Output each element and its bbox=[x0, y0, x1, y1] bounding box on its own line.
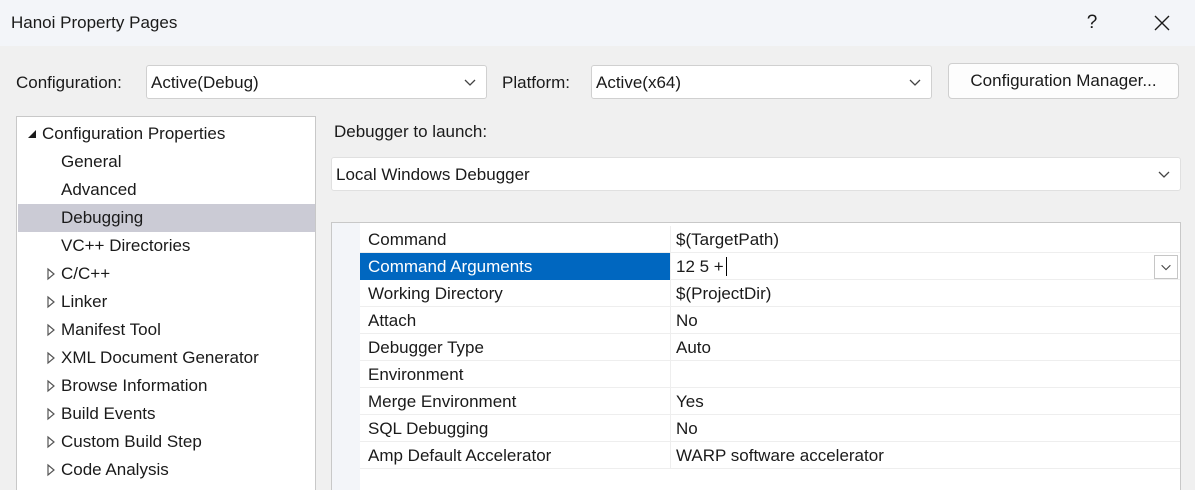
property-name: Amp Default Accelerator bbox=[368, 445, 552, 465]
collapsed-triangle-icon[interactable] bbox=[43, 462, 59, 478]
property-value[interactable]: Yes bbox=[670, 388, 1180, 415]
command-arguments-text: 12 5 + bbox=[676, 256, 724, 276]
window-title: Hanoi Property Pages bbox=[11, 13, 178, 32]
tree-item-configuration-properties[interactable]: Configuration Properties bbox=[18, 120, 315, 148]
tree-item-build-events[interactable]: Build Events bbox=[18, 400, 315, 428]
tree-item-vc-directories[interactable]: VC++ Directories bbox=[18, 232, 315, 260]
tree-item-code-analysis[interactable]: Code Analysis bbox=[18, 456, 315, 484]
platform-dropdown[interactable]: Active(x64) bbox=[591, 65, 932, 99]
tree-item-label: XML Document Generator bbox=[61, 348, 259, 367]
tree-item-label: Manifest Tool bbox=[61, 320, 161, 339]
title-bar: Hanoi Property Pages ? bbox=[0, 0, 1195, 46]
tree-item-label: VC++ Directories bbox=[61, 236, 191, 255]
property-row-merge-environment[interactable]: Merge Environment Yes bbox=[360, 388, 1180, 415]
tree-item-browse-information[interactable]: Browse Information bbox=[18, 372, 315, 400]
property-row-environment[interactable]: Environment bbox=[360, 361, 1180, 388]
chevron-down-icon bbox=[1161, 264, 1171, 271]
property-name: Debugger Type bbox=[368, 337, 484, 357]
chevron-down-icon bbox=[909, 79, 921, 86]
tree-item-advanced[interactable]: Advanced bbox=[18, 176, 315, 204]
tree-item-label: Advanced bbox=[61, 180, 137, 199]
tree-item-label: Debugging bbox=[61, 208, 144, 227]
property-row-attach[interactable]: Attach No bbox=[360, 307, 1180, 334]
property-name: Command bbox=[368, 229, 447, 249]
debugger-dropdown[interactable]: Local Windows Debugger bbox=[331, 157, 1181, 191]
command-arguments-dropdown-button[interactable] bbox=[1154, 255, 1178, 279]
collapsed-triangle-icon[interactable] bbox=[43, 294, 59, 310]
property-value[interactable]: Auto bbox=[670, 334, 1180, 361]
tree-item-custom-build-step[interactable]: Custom Build Step bbox=[18, 428, 315, 456]
tree-item-label: Browse Information bbox=[61, 376, 208, 395]
collapsed-triangle-icon[interactable] bbox=[43, 350, 59, 366]
configuration-dropdown[interactable]: Active(Debug) bbox=[146, 65, 487, 99]
tree-item-label: Code Analysis bbox=[61, 460, 169, 479]
close-button[interactable] bbox=[1140, 8, 1184, 38]
property-row-sql-debugging[interactable]: SQL Debugging No bbox=[360, 415, 1180, 442]
tree-item-label: Custom Build Step bbox=[61, 432, 202, 451]
property-value[interactable]: $(ProjectDir) bbox=[670, 280, 1180, 307]
tree-item-cc[interactable]: C/C++ bbox=[18, 260, 315, 288]
property-name: Command Arguments bbox=[360, 253, 670, 280]
tree-item-label: C/C++ bbox=[61, 264, 111, 283]
tree-item-label: Configuration Properties bbox=[42, 124, 226, 143]
property-name: Merge Environment bbox=[368, 391, 517, 411]
tree-item-label: Linker bbox=[61, 292, 108, 311]
tree-item-label: Build Events bbox=[61, 404, 156, 423]
property-name: SQL Debugging bbox=[368, 418, 489, 438]
platform-label: Platform: bbox=[502, 73, 571, 92]
configuration-label: Configuration: bbox=[16, 73, 122, 92]
help-button[interactable]: ? bbox=[1070, 8, 1114, 38]
text-caret bbox=[725, 257, 727, 276]
property-tree: Configuration Properties General Advance… bbox=[16, 116, 316, 490]
chevron-down-icon bbox=[464, 79, 476, 86]
property-grid: Command $(TargetPath) Command Arguments … bbox=[331, 222, 1181, 490]
property-row-command-arguments[interactable]: Command Arguments 12 5 + bbox=[360, 253, 1180, 280]
configuration-manager-button[interactable]: Configuration Manager... bbox=[948, 63, 1179, 99]
collapsed-triangle-icon[interactable] bbox=[43, 434, 59, 450]
collapsed-triangle-icon[interactable] bbox=[43, 266, 59, 282]
close-icon bbox=[1154, 15, 1170, 31]
chevron-down-icon bbox=[1158, 171, 1170, 178]
property-row-amp-default-accelerator[interactable]: Amp Default Accelerator WARP software ac… bbox=[360, 442, 1180, 469]
debugger-value: Local Windows Debugger bbox=[336, 165, 530, 184]
property-name: Environment bbox=[368, 364, 464, 384]
property-row-command[interactable]: Command $(TargetPath) bbox=[360, 226, 1180, 253]
grid-gutter bbox=[332, 223, 360, 490]
property-row-working-directory[interactable]: Working Directory $(ProjectDir) bbox=[360, 280, 1180, 307]
expanded-triangle-icon bbox=[28, 130, 36, 138]
collapsed-triangle-icon[interactable] bbox=[43, 378, 59, 394]
property-name: Working Directory bbox=[368, 283, 503, 303]
property-row-debugger-type[interactable]: Debugger Type Auto bbox=[360, 334, 1180, 361]
debugger-to-launch-label: Debugger to launch: bbox=[334, 122, 488, 141]
property-value[interactable]: $(TargetPath) bbox=[670, 226, 1180, 253]
property-value[interactable]: No bbox=[670, 415, 1180, 442]
help-label: ? bbox=[1086, 12, 1098, 33]
property-name: Attach bbox=[368, 310, 417, 330]
tree-item-xml-document-generator[interactable]: XML Document Generator bbox=[18, 344, 315, 372]
tree-item-debugging[interactable]: Debugging bbox=[18, 204, 315, 232]
collapsed-triangle-icon[interactable] bbox=[43, 406, 59, 422]
configuration-manager-label: Configuration Manager... bbox=[970, 71, 1157, 90]
collapsed-triangle-icon[interactable] bbox=[43, 322, 59, 338]
command-arguments-input[interactable]: 12 5 + bbox=[670, 253, 1180, 280]
tree-item-label: General bbox=[61, 152, 122, 171]
property-value[interactable]: No bbox=[670, 307, 1180, 334]
property-value[interactable] bbox=[670, 361, 1180, 388]
configuration-value: Active(Debug) bbox=[151, 73, 259, 92]
property-value[interactable]: WARP software accelerator bbox=[670, 442, 1180, 469]
tree-item-linker[interactable]: Linker bbox=[18, 288, 315, 316]
tree-item-manifest-tool[interactable]: Manifest Tool bbox=[18, 316, 315, 344]
tree-item-general[interactable]: General bbox=[18, 148, 315, 176]
platform-value: Active(x64) bbox=[596, 73, 682, 92]
